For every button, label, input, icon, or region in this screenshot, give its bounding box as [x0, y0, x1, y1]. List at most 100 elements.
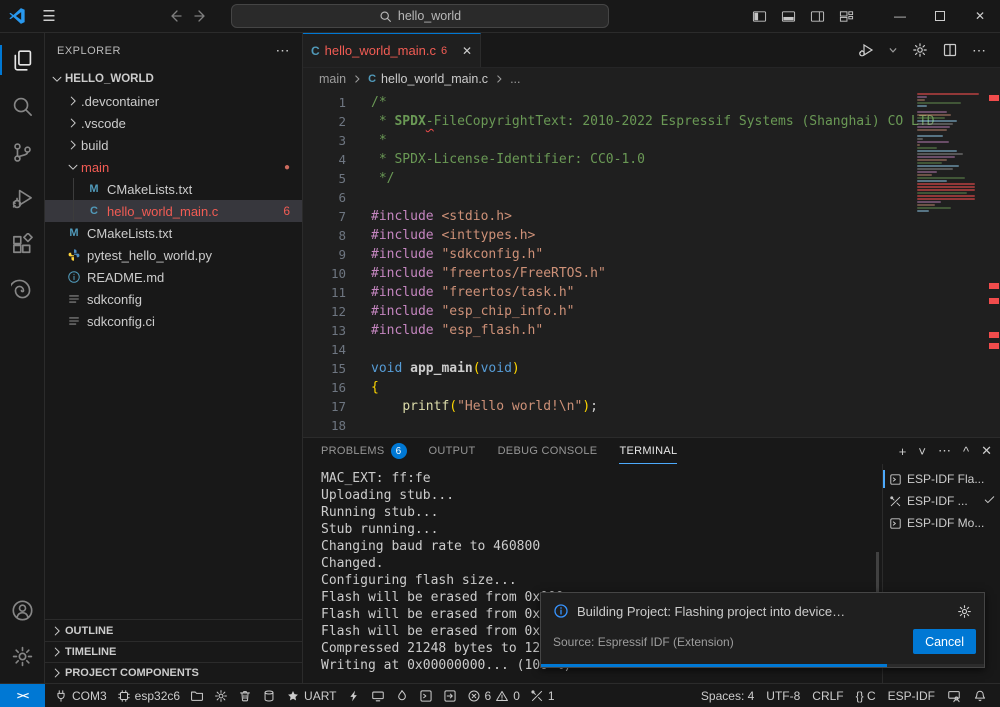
close-panel-icon[interactable]: ✕: [981, 443, 992, 459]
tree-item-label: sdkconfig: [87, 292, 142, 307]
status-language-mode[interactable]: {} C: [851, 684, 881, 707]
panel-tab-debug-console[interactable]: DEBUG CONSOLE: [498, 438, 598, 464]
tree-item--devcontainer[interactable]: .devcontainer: [45, 90, 302, 112]
notification-toast: Building Project: Flashing project into …: [540, 592, 985, 668]
status-custom-task[interactable]: [438, 684, 462, 707]
customize-layout-icon[interactable]: [839, 9, 854, 24]
status-notifications-bell[interactable]: [968, 684, 992, 707]
status-erase-flash[interactable]: [233, 684, 257, 707]
run-or-debug-icon[interactable]: [858, 42, 874, 58]
tab-hello-world-main-c[interactable]: C hello_world_main.c 6 ✕: [303, 33, 481, 67]
tree-item-sdkconfig[interactable]: sdkconfig: [45, 288, 302, 310]
panel-tab-problems[interactable]: PROBLEMS6: [321, 438, 407, 464]
tree-item-sdkconfig-ci[interactable]: sdkconfig.ci: [45, 310, 302, 332]
status-serial-port[interactable]: COM3: [49, 684, 112, 707]
status-ports[interactable]: 1: [525, 684, 560, 707]
command-center-search[interactable]: hello_world: [231, 4, 609, 28]
section-outline[interactable]: OUTLINE: [45, 620, 302, 641]
terminal-dropdown-chevron-icon[interactable]: ˅: [918, 444, 926, 459]
panel-tab-terminal[interactable]: TERMINAL: [619, 438, 677, 464]
tree-item-cmakelists-txt[interactable]: MCMakeLists.txt: [45, 222, 302, 244]
status-esp-idf-version[interactable]: ESP-IDF: [883, 684, 940, 707]
status-flash-method[interactable]: UART: [281, 684, 341, 707]
breadcrumb-more[interactable]: ...: [510, 72, 520, 86]
gear-icon: [11, 645, 34, 668]
run-dropdown-chevron-icon[interactable]: [888, 45, 898, 55]
section-timeline[interactable]: TIMELINE: [45, 641, 302, 662]
status-idf-terminal[interactable]: [414, 684, 438, 707]
activity-accounts[interactable]: [0, 587, 45, 633]
terminal-box-icon: [889, 473, 902, 486]
activity-search[interactable]: [0, 83, 45, 129]
section-project-components[interactable]: PROJECT COMPONENTS: [45, 662, 302, 683]
maximize-button[interactable]: [920, 0, 960, 33]
status-project-folder[interactable]: [185, 684, 209, 707]
code-line-11: 11#include "freertos/task.h": [303, 283, 1000, 302]
activity-extensions[interactable]: [0, 221, 45, 267]
tree-item-main[interactable]: main●: [45, 156, 302, 178]
tree-item-hello-world-main-c[interactable]: Chello_world_main.c6: [45, 200, 302, 222]
chevron-right-icon: [50, 666, 64, 680]
explorer-more-actions-icon[interactable]: ⋯: [276, 42, 291, 59]
status-monitor-device[interactable]: [366, 684, 390, 707]
status-flash-device[interactable]: [342, 684, 366, 707]
tree-item-pytest-hello-world-py[interactable]: pytest_hello_world.py: [45, 244, 302, 266]
toggle-sidebar-icon[interactable]: [752, 9, 767, 24]
notification-settings-gear-icon[interactable]: [957, 604, 972, 619]
panel-more-actions-icon[interactable]: ⋯: [938, 443, 951, 459]
split-editor-icon[interactable]: [942, 42, 958, 58]
problems-badge: 6: [391, 443, 407, 459]
activity-espressif-idf[interactable]: [0, 267, 45, 313]
list-icon: [67, 292, 81, 306]
toggle-secondary-sidebar-icon[interactable]: [810, 9, 825, 24]
terminal-scrollbar[interactable]: [876, 552, 879, 597]
chevron-right-icon: [66, 116, 80, 130]
activity-settings[interactable]: [0, 633, 45, 679]
back-arrow-icon[interactable]: [167, 8, 183, 24]
menu-icon[interactable]: ☰: [34, 7, 64, 25]
new-terminal-plus-icon[interactable]: +: [899, 444, 907, 459]
lightning-icon: [347, 689, 361, 703]
tree-item-readme-md[interactable]: README.md: [45, 266, 302, 288]
breadcrumb-file[interactable]: hello_world_main.c: [381, 72, 488, 86]
status-indentation[interactable]: Spaces: 4: [696, 684, 759, 707]
status-full-clean[interactable]: [209, 684, 233, 707]
status-label: 1: [548, 689, 555, 703]
minimap[interactable]: [917, 93, 987, 223]
activity-explorer[interactable]: [0, 37, 45, 83]
editor-settings-gear-icon[interactable]: [912, 42, 928, 58]
panel-tab-output[interactable]: OUTPUT: [429, 438, 476, 464]
line-number: 7: [303, 207, 346, 226]
status-eol[interactable]: CRLF: [807, 684, 848, 707]
code-line-5: 5 */: [303, 169, 1000, 188]
cancel-button[interactable]: Cancel: [913, 629, 976, 654]
status-build-flash-monitor[interactable]: [390, 684, 414, 707]
tab-close-icon[interactable]: ✕: [462, 44, 472, 58]
breadcrumb-folder[interactable]: main: [319, 72, 346, 86]
status-problems-summary[interactable]: 60: [462, 684, 525, 707]
activity-run-and-debug[interactable]: [0, 175, 45, 221]
editor-more-actions-icon[interactable]: ⋯: [972, 42, 986, 59]
minimize-button[interactable]: —: [880, 0, 920, 33]
remote-indicator[interactable]: ><: [0, 684, 45, 707]
close-button[interactable]: ✕: [960, 0, 1000, 33]
terminal-list-item[interactable]: ESP-IDF Mo...: [883, 512, 1000, 534]
status-build-project[interactable]: [257, 684, 281, 707]
tree-item-build[interactable]: build: [45, 134, 302, 156]
status-feedback[interactable]: [942, 684, 966, 707]
tree-item-cmakelists-txt[interactable]: MCMakeLists.txt: [45, 178, 302, 200]
tree-item-hello-world[interactable]: HELLO_WORLD: [45, 68, 302, 90]
explorer-sidebar: EXPLORER ⋯ HELLO_WORLD.devcontainer.vsco…: [45, 33, 303, 683]
code-editor[interactable]: 1/*2 * SPDX-FileCopyrightText: 2010-2022…: [303, 90, 1000, 437]
tree-item--vscode[interactable]: .vscode: [45, 112, 302, 134]
tree-item-label: sdkconfig.ci: [87, 314, 155, 329]
activity-source-control[interactable]: [0, 129, 45, 175]
terminal-list-item[interactable]: ESP-IDF Fla...: [883, 468, 1000, 490]
terminal-list-item[interactable]: ESP-IDF ...: [883, 490, 1000, 512]
toggle-panel-icon[interactable]: [781, 9, 796, 24]
forward-arrow-icon[interactable]: [193, 8, 209, 24]
status-encoding[interactable]: UTF-8: [761, 684, 805, 707]
search-value: hello_world: [398, 9, 461, 23]
maximize-panel-chevron-icon[interactable]: ^: [963, 444, 969, 459]
status-device-target[interactable]: esp32c6: [112, 684, 185, 707]
